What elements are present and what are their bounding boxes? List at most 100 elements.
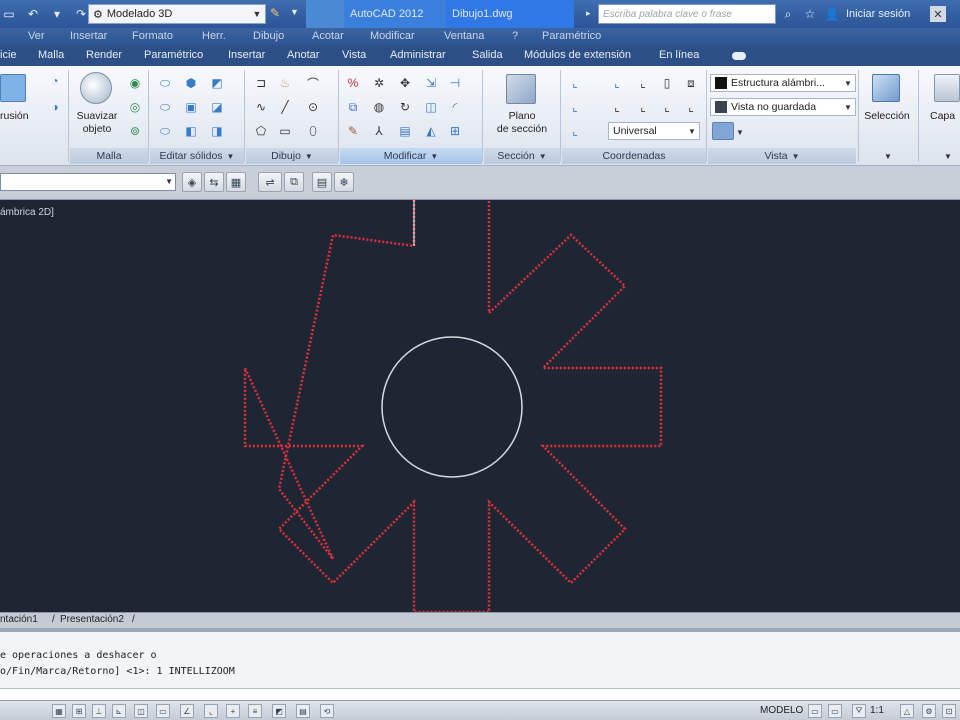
open-icon[interactable]: ▭ [0,5,18,23]
red-star-shape[interactable] [243,200,663,612]
section-plane-icon[interactable] [506,74,536,104]
tab-parametrico[interactable]: Paramétrico [144,49,203,61]
tab-administrar[interactable]: Administrar [390,49,446,61]
copy-layer-icon[interactable]: ⧉ [284,172,304,192]
tab-salida[interactable]: Salida [472,49,503,61]
tab-presentacion2[interactable]: Presentación2 [60,614,124,625]
ucs-previous-icon[interactable]: ⌞ [608,98,626,116]
binoculars-icon[interactable]: ⌕ [780,6,796,22]
offset-icon[interactable]: ◫ [422,98,440,116]
panel-title-seccion[interactable]: Sección ▼ [484,148,560,164]
ucs-object-icon[interactable]: ⧈ [682,74,700,92]
quick-view-layouts-icon[interactable]: ▭ [808,704,822,718]
tab-render[interactable]: Render [86,49,122,61]
search-input[interactable]: Escriba palabra clave o frase [598,4,776,24]
rectangle-icon[interactable]: ▭ [276,122,294,140]
chevron-down-icon[interactable]: ▼ [944,152,952,161]
ucs-icon[interactable]: ⌞ [566,74,584,92]
smooth-object-icon[interactable] [80,72,112,104]
ducs-icon[interactable]: ⌞ [204,704,218,718]
solid-slice-icon[interactable]: ◩ [208,74,226,92]
shell-icon[interactable]: ◨ [208,122,226,140]
mesh-smooth-more-icon[interactable]: ◉ [126,74,144,92]
align-icon[interactable]: ⅄ [370,122,388,140]
tab-en-linea[interactable]: En línea [659,49,699,61]
solid-box-icon[interactable]: ⬢ [182,74,200,92]
layer-freeze-icon[interactable]: ❄ [334,172,354,192]
workspace-select[interactable]: ⚙ Modelado 3D ▼ [88,4,266,24]
match-properties-icon[interactable]: ⇌ [258,172,282,192]
tab-anotar[interactable]: Anotar [287,49,319,61]
polar-icon[interactable]: ⊾ [112,704,126,718]
layer-select[interactable]: ▼ [0,173,176,191]
ortho-icon[interactable]: ⊥ [92,704,106,718]
tab-modulos[interactable]: Módulos de extensión [524,49,631,61]
menu-item-modificar[interactable]: Modificar [370,30,415,42]
quick-properties-icon[interactable]: ▤ [296,704,310,718]
intersect-icon[interactable]: ⬭ [156,122,174,140]
selection-cube-icon[interactable] [872,74,900,102]
extrude-icon[interactable] [0,74,26,102]
tab-vista[interactable]: Vista [342,49,366,61]
annotation-visibility-icon[interactable]: △ [900,704,914,718]
dyn-icon[interactable]: + [226,704,240,718]
undo-dropdown-icon[interactable]: ▾ [48,5,66,23]
center-circle[interactable] [381,336,523,478]
visual-style-select[interactable]: Estructura alámbri... ▼ [710,74,856,92]
menu-item-parametrico[interactable]: Paramétrico [542,30,601,42]
ellipse-icon[interactable]: ⬯ [304,122,322,140]
view-select[interactable]: Vista no guardada ▼ [710,98,856,116]
transparency-icon[interactable]: ◩ [272,704,286,718]
panel-title-vista[interactable]: Vista ▼ [708,148,856,164]
thicken-icon[interactable]: ◪ [208,98,226,116]
panel-title-modificar[interactable]: Modificar ▼ [340,148,482,164]
mesh-smooth-less-icon[interactable]: ◎ [126,98,144,116]
helix-icon[interactable]: ♨ [276,74,294,92]
ucs-z-icon[interactable]: ⌞ [682,98,700,116]
ucs-x-icon[interactable]: ⌞ [634,98,652,116]
ucs-3point-icon[interactable]: ⌞ [566,122,584,140]
grid-icon[interactable]: ⊞ [72,704,86,718]
sweep-icon[interactable]: ◑ [46,98,64,116]
close-icon[interactable]: ✕ [930,6,946,22]
ribbon-toggle-icon[interactable] [732,52,746,60]
osnap-icon[interactable]: ▭ [156,704,170,718]
model-space-label[interactable]: MODELO [760,705,803,716]
panel-title-coordenadas[interactable]: Coordenadas [562,148,706,164]
expand-icon[interactable]: ▸ [586,8,591,19]
chevron-down-icon[interactable]: ▼ [290,7,299,17]
annotation-scale-icon[interactable]: ⛛ [852,704,866,718]
sign-in-link[interactable]: Iniciar sesión [846,8,910,20]
drawing-viewport[interactable]: ámbrica 2D] [0,200,960,612]
stretch-icon[interactable]: ⇲ [422,74,440,92]
fillet-icon[interactable]: ◜ [446,98,464,116]
revolve-icon[interactable]: ◔ [46,72,64,90]
polysolid-icon[interactable]: ⊐ [252,74,270,92]
explode-icon[interactable]: ✲ [370,74,388,92]
quick-view-drawings-icon[interactable]: ▭ [828,704,842,718]
panel-title-malla[interactable]: Malla [70,148,148,164]
workspace-switching-icon[interactable]: ⚙ [922,704,936,718]
erase-icon[interactable]: ✎ [344,122,362,140]
menu-item-formato[interactable]: Formato [132,30,173,42]
tab-inicio[interactable]: icie [0,49,17,61]
move-icon[interactable]: ✥ [396,74,414,92]
tab-malla[interactable]: Malla [38,49,64,61]
star-icon[interactable]: ☆ [802,6,818,22]
menu-item-ver[interactable]: Ver [28,30,45,42]
chevron-down-icon[interactable]: ▼ [736,128,744,137]
annotation-scale-value[interactable]: 1:1 [870,705,884,716]
spline-icon[interactable]: ∿ [252,98,270,116]
tab-presentacion1[interactable]: ntación1 [0,614,38,625]
line-icon[interactable]: ╱ [276,98,294,116]
ucs-y-icon[interactable]: ⌞ [658,98,676,116]
tab-insertar[interactable]: Insertar [228,49,265,61]
otrack-icon[interactable]: ∠ [180,704,194,718]
lineweight-icon[interactable]: ≡ [248,704,262,718]
imprint-icon[interactable]: ◧ [182,122,200,140]
panel-title-dibujo[interactable]: Dibujo ▼ [246,148,338,164]
array-icon[interactable]: ▤ [396,122,414,140]
menu-item-dibujo[interactable]: Dibujo [253,30,284,42]
layer-properties-icon[interactable]: ◈ [182,172,202,192]
mesh-refine-icon[interactable]: ⊚ [126,122,144,140]
